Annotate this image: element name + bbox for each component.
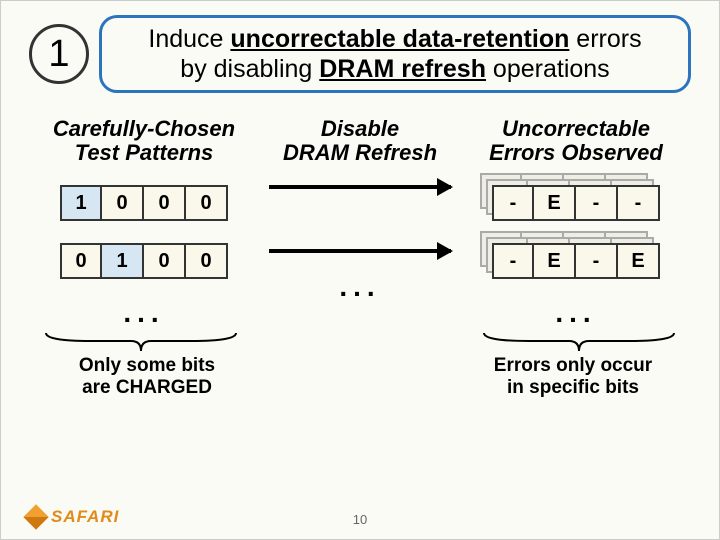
right-column: Uncorrectable Errors Observed - E - - - — [461, 117, 691, 329]
logo-icon — [23, 504, 48, 529]
err-cell: - — [492, 185, 534, 221]
center-column: Disable DRAM Refresh ... — [269, 117, 451, 303]
title-l1-pre: Induce — [148, 25, 230, 53]
bit-cell: 0 — [186, 243, 228, 279]
err-cell: E — [534, 185, 576, 221]
title-l1-post: errors — [569, 25, 641, 53]
dots-center: ... — [269, 271, 451, 303]
center-heading-l2: DRAM Refresh — [269, 141, 451, 165]
bit-cell: 0 — [186, 185, 228, 221]
title-l1-u: uncorrectable data-retention — [230, 25, 569, 53]
title-l2-pre: by disabling — [180, 55, 319, 83]
step-number: 1 — [48, 33, 69, 76]
dots-right: ... — [461, 297, 691, 329]
logo-text: SAFARI — [51, 507, 119, 527]
page-number: 10 — [353, 512, 367, 527]
err-cell: - — [576, 185, 618, 221]
caption-right-l2: in specific bits — [463, 377, 683, 399]
title-l2-post: operations — [486, 55, 610, 83]
pattern-row-1: 1 0 0 0 — [29, 185, 259, 221]
caption-left-l2: are CHARGED — [37, 377, 257, 399]
title-bubble: Induce uncorrectable data-retention erro… — [99, 15, 691, 93]
left-heading-l1: Carefully-Chosen — [29, 117, 259, 141]
err-cell: E — [534, 243, 576, 279]
center-heading: Disable DRAM Refresh — [269, 117, 451, 167]
pattern-row-2: 0 1 0 0 — [29, 243, 259, 279]
err-cell: - — [492, 243, 534, 279]
bit-cell: 0 — [102, 185, 144, 221]
left-heading: Carefully-Chosen Test Patterns — [29, 117, 259, 167]
arrow-2 — [269, 249, 451, 253]
err-cell: - — [618, 185, 660, 221]
caption-left: Only some bits are CHARGED — [37, 355, 257, 399]
right-heading-l1: Uncorrectable — [461, 117, 691, 141]
center-heading-l1: Disable — [269, 117, 451, 141]
title-l2-u: DRAM refresh — [319, 55, 486, 83]
bit-cell: 0 — [144, 185, 186, 221]
bit-cell: 1 — [60, 185, 102, 221]
right-heading-l2: Errors Observed — [461, 141, 691, 165]
err-cell: E — [618, 243, 660, 279]
bit-cell: 1 — [102, 243, 144, 279]
err-cell: - — [576, 243, 618, 279]
caption-right-l1: Errors only occur — [463, 355, 683, 377]
left-column: Carefully-Chosen Test Patterns 1 0 0 0 0… — [29, 117, 259, 329]
brace-right — [479, 331, 679, 353]
caption-left-l1: Only some bits — [37, 355, 257, 377]
left-heading-l2: Test Patterns — [29, 141, 259, 165]
bit-cell: 0 — [144, 243, 186, 279]
arrow-1 — [269, 185, 451, 189]
error-row-1: - E - - — [461, 185, 691, 221]
brace-left — [41, 331, 241, 353]
bit-cell: 0 — [60, 243, 102, 279]
right-heading: Uncorrectable Errors Observed — [461, 117, 691, 167]
error-row-2: - E - E — [461, 243, 691, 279]
caption-right: Errors only occur in specific bits — [463, 355, 683, 399]
safari-logo: SAFARI — [27, 507, 119, 527]
step-number-circle: 1 — [29, 24, 89, 84]
dots-left: ... — [29, 297, 259, 329]
